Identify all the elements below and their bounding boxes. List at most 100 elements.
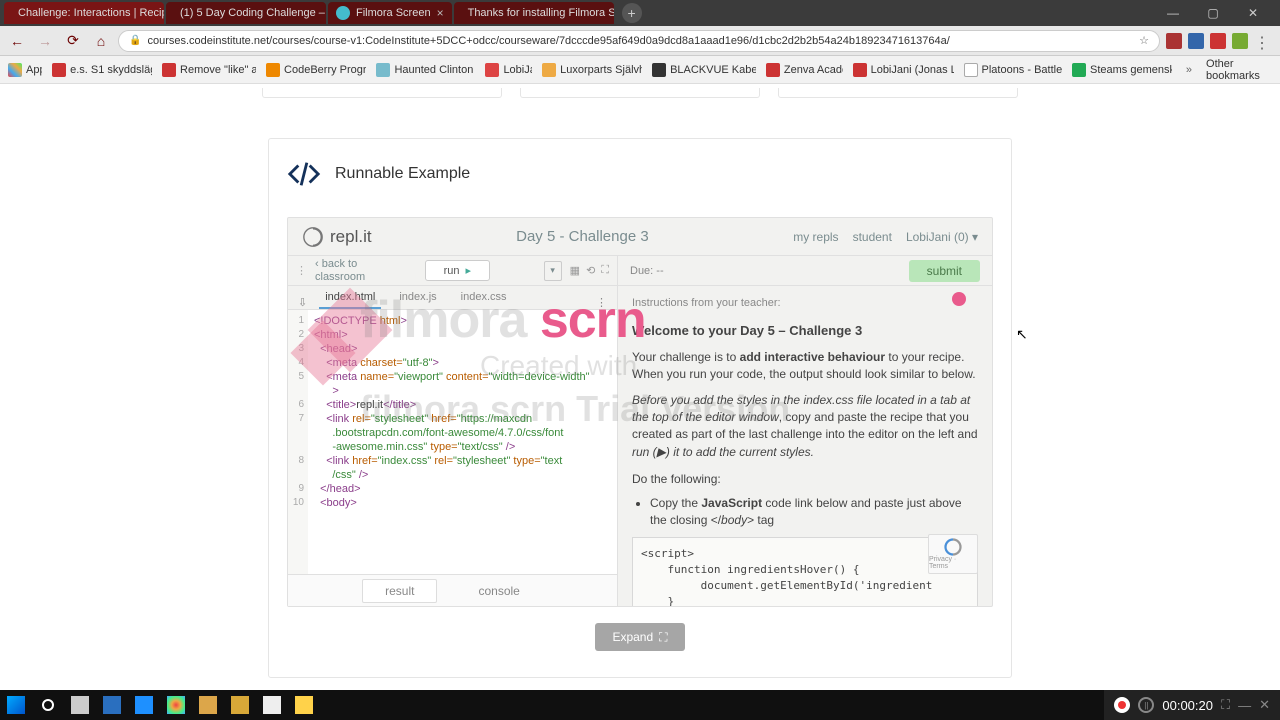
more-icon[interactable]: ⋮ [296,264,307,277]
taskbar-app[interactable] [196,693,220,717]
back-icon[interactable]: ← [6,30,28,52]
extensions: ⋮ [1166,33,1274,49]
close-icon[interactable]: × [437,6,444,20]
instr-title: Welcome to your Day 5 – Challenge 3 [632,322,978,341]
bookmark[interactable]: LobiJani [485,63,532,77]
code-icon [287,157,321,191]
code-snippet: <script> function ingredientsHover() { d… [632,537,978,606]
result-tab[interactable]: result [362,579,437,603]
window-controls: — ▢ ✕ [1158,6,1276,20]
output-tabs: result console [288,574,617,606]
instr-para: Do the following: [632,471,978,488]
run-button[interactable]: run [425,260,490,281]
taskbar-app[interactable] [260,693,284,717]
ext-icon[interactable] [1210,33,1226,49]
address-bar: ← → ⟳ ⌂ 🔒 courses.codeinstitute.net/cour… [0,26,1280,56]
replit-title: Day 5 - Challenge 3 [382,228,784,245]
browser-tab[interactable]: Challenge: Interactions | Recipe I…× [4,2,164,24]
browser-tab[interactable]: Filmora Screen× [328,2,452,24]
card-stub [520,88,760,98]
reload-icon[interactable]: ⟳ [62,30,84,52]
due-label: Due: -- [630,265,664,277]
more-bookmarks[interactable]: » [1186,64,1192,76]
taskbar: || 00:00:20 ⛶ — ✕ [0,690,1280,720]
rec-minimize-icon[interactable]: — [1238,698,1251,713]
ext-icon[interactable] [1188,33,1204,49]
back-to-classroom[interactable]: ‹ back to classroom [315,258,371,282]
taskbar-app[interactable] [132,693,156,717]
recorder-widget: || 00:00:20 ⛶ — ✕ [1104,690,1280,720]
replit-embed: repl.it Day 5 - Challenge 3 my repls stu… [287,217,993,607]
submit-button[interactable]: submit [909,260,980,282]
expand-button[interactable]: Expand⛶ [595,623,685,651]
browser-tab[interactable]: (1) 5 Day Coding Challenge – 10…× [166,2,326,24]
file-tab[interactable]: index.css [455,287,513,309]
record-icon[interactable] [1114,697,1130,713]
browser-tab-strip: Challenge: Interactions | Recipe I…× (1)… [0,0,1280,26]
card-stub [778,88,1018,98]
ext-icon[interactable] [1166,33,1182,49]
recaptcha-badge: Privacy · Terms [928,534,978,574]
forward-icon[interactable]: → [34,30,56,52]
bookmark[interactable]: LobiJani (Jonas Lob… [853,63,954,77]
student-link[interactable]: student [853,230,892,244]
bookmark[interactable]: e.s. S1 skyddslägsk… [52,63,152,77]
instr-item: Copy the JavaScript code link below and … [650,495,978,530]
apps-button[interactable]: Apps [8,63,42,77]
instr-para: Before you add the styles in the index.c… [632,392,978,462]
bookmark[interactable]: Zenva Academy [766,63,843,77]
user-dropdown[interactable]: LobiJani (0) ▾ [906,230,978,244]
minimize-icon[interactable]: — [1158,6,1188,20]
pause-icon[interactable]: || [1138,697,1154,713]
bookmark[interactable]: Remove "like" and… [162,63,256,77]
rec-expand-icon[interactable]: ⛶ [1221,697,1230,713]
expand-icon: ⛶ [659,630,667,645]
bookmark[interactable]: Luxorparts Självhäft… [542,63,642,77]
url-input[interactable]: 🔒 courses.codeinstitute.net/courses/cour… [118,30,1160,52]
bookmarks-bar: Apps e.s. S1 skyddslägsk… Remove "like" … [0,56,1280,84]
replit-header: repl.it Day 5 - Challenge 3 my repls stu… [288,218,992,256]
bookmark[interactable]: Haunted Clinton Ro… [376,63,475,77]
page-content: Runnable Example repl.it Day 5 - Challen… [0,84,1280,690]
grid-icon[interactable]: ▦ [570,264,580,277]
download-icon[interactable]: ⇩ [298,296,307,309]
rec-close-icon[interactable]: ✕ [1259,697,1270,713]
taskbar-app[interactable] [164,693,188,717]
card-stub [262,88,502,98]
file-tab[interactable]: index.js [393,287,442,309]
url-text: courses.codeinstitute.net/courses/course… [147,35,949,47]
instr-para: Your challenge is to add interactive beh… [632,349,978,384]
star-icon[interactable]: ☆ [1139,34,1149,47]
bookmark[interactable]: BLACKVUE Kabelhå… [652,63,756,77]
replit-logo[interactable]: repl.it [302,226,372,248]
recorder-time: 00:00:20 [1162,698,1213,713]
task-view-icon[interactable] [68,693,92,717]
search-icon[interactable] [36,693,60,717]
replit-nav: my repls student LobiJani (0) ▾ [793,230,978,244]
bookmark[interactable]: Steams gemenskap… [1072,63,1172,77]
ext-icon[interactable] [1232,33,1248,49]
card-title: Runnable Example [335,165,470,183]
run-dropdown[interactable]: ▾ [544,261,562,281]
refresh-icon[interactable]: ⟲ [586,264,595,277]
close-window-icon[interactable]: ✕ [1238,6,1268,20]
new-tab-button[interactable]: + [622,3,642,23]
other-bookmarks[interactable]: Other bookmarks [1202,58,1272,82]
home-icon[interactable]: ⌂ [90,30,112,52]
my-repls-link[interactable]: my repls [793,230,838,244]
runnable-example-card: Runnable Example repl.it Day 5 - Challen… [268,138,1012,678]
console-tab[interactable]: console [455,579,542,603]
taskbar-app[interactable] [228,693,252,717]
maximize-icon[interactable]: ▢ [1198,6,1228,20]
lock-icon: 🔒 [129,35,141,46]
watermark-dot [952,292,966,306]
taskbar-app[interactable] [292,693,316,717]
menu-icon[interactable]: ⋮ [1254,33,1270,49]
taskbar-app[interactable] [100,693,124,717]
browser-tab[interactable]: Thanks for installing Filmora Scrn…× [454,2,614,24]
bookmark[interactable]: CodeBerry Program… [266,63,366,77]
start-button[interactable] [4,693,28,717]
more-icon[interactable]: ⋮ [596,296,607,309]
expand-icon[interactable]: ⛶ [601,264,609,277]
bookmark[interactable]: Platoons - Battlelog… [964,63,1062,77]
